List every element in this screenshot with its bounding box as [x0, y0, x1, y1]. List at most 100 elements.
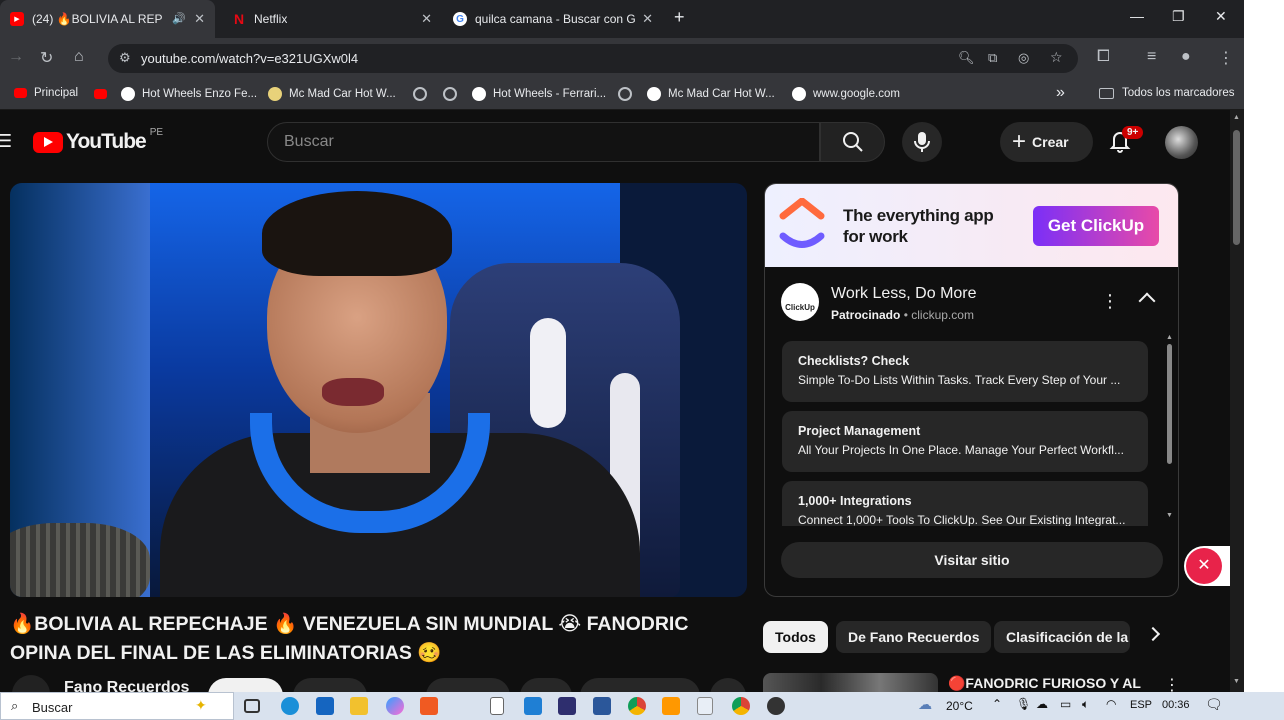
ad-feature-item[interactable]: Checklists? Check Simple To-Do Lists Wit… — [782, 341, 1148, 402]
bookmark-item[interactable]: www.google.com — [792, 87, 900, 101]
clip-button[interactable] — [520, 678, 572, 692]
search-button[interactable] — [820, 122, 885, 162]
voice-search-button[interactable] — [902, 122, 942, 162]
page-scrollbar[interactable]: ▲ ▼ — [1230, 110, 1244, 692]
volume-tray-icon[interactable]: 🔈︎ — [1082, 697, 1089, 712]
vscode-icon[interactable] — [524, 697, 542, 715]
chips-next-icon[interactable] — [1145, 626, 1161, 642]
tab-google-search[interactable]: G quilca camana - Buscar con Google ✕ — [443, 0, 663, 38]
obs-icon[interactable] — [767, 697, 785, 715]
search-input[interactable]: Buscar — [267, 122, 820, 162]
address-bar[interactable]: ⚙ youtube.com/watch?v=e321UGXw0l4 🔍︎ ⧉ ◎… — [108, 44, 1078, 73]
scroll-down-icon[interactable]: ▼ — [1166, 512, 1173, 519]
avatar[interactable] — [1165, 126, 1198, 159]
brave-icon[interactable] — [420, 697, 438, 715]
mic-tray-icon[interactable]: 🎙︎ — [1016, 697, 1031, 711]
channel-name[interactable]: Fano Recuerdos — [64, 679, 189, 692]
home-icon[interactable]: ⌂ — [74, 48, 84, 66]
next-video-menu-icon[interactable]: ⋮ — [1164, 675, 1180, 692]
advertiser-logo[interactable]: ClickUp — [781, 283, 819, 321]
tab-netflix[interactable]: N Netflix ✕ — [222, 0, 442, 38]
copilot-icon[interactable] — [386, 697, 404, 715]
edge-icon[interactable] — [281, 697, 299, 715]
next-video-thumbnail[interactable] — [763, 673, 938, 692]
hamburger-menu-icon[interactable]: ☰ — [0, 131, 12, 152]
scrollbar-thumb[interactable] — [1233, 130, 1240, 245]
chrome-icon[interactable] — [732, 697, 750, 715]
chip-clasificacion[interactable]: Clasificación de la — [994, 621, 1130, 653]
extensions-icon[interactable]: ⧠ — [1097, 48, 1110, 66]
outlook-icon[interactable] — [316, 697, 334, 715]
bookmark-item[interactable]: Principal — [14, 87, 78, 99]
chip-todos[interactable]: Todos — [763, 621, 828, 653]
like-button[interactable] — [293, 678, 367, 692]
battery-tray-icon[interactable]: ▭ — [1060, 697, 1071, 711]
reload-icon[interactable]: ↻ — [40, 48, 53, 68]
document-icon[interactable] — [490, 697, 504, 715]
audio-playing-icon[interactable]: 🔊 — [172, 12, 186, 25]
subscribe-button[interactable] — [208, 678, 283, 692]
visit-site-button[interactable]: Visitar sitio — [781, 542, 1163, 578]
share-button[interactable] — [426, 678, 510, 692]
video-player[interactable] — [10, 183, 747, 597]
create-button[interactable]: + Crear — [1000, 122, 1093, 162]
bookmark-item[interactable]: Hot Wheels Enzo Fe... — [94, 87, 257, 101]
bookmark-item[interactable]: Hot Wheels - Ferrari... — [472, 87, 606, 101]
menu-icon[interactable]: ⋮ — [1218, 48, 1234, 68]
ad-banner[interactable]: The everything app for work Get ClickUp — [765, 184, 1178, 267]
scroll-up-icon[interactable]: ▲ — [1166, 334, 1173, 341]
all-bookmarks-folder[interactable]: Todos los marcadores — [1099, 87, 1235, 99]
globe-icon[interactable] — [618, 87, 632, 101]
weather-temp[interactable]: 20°C — [946, 699, 973, 713]
file-explorer-icon[interactable] — [350, 697, 368, 715]
site-info-icon[interactable]: ⚙ — [119, 50, 131, 66]
ad-feature-item[interactable]: 1,000+ Integrations Connect 1,000+ Tools… — [782, 481, 1148, 526]
weather-icon[interactable]: ☁ — [918, 696, 932, 713]
profile-icon[interactable]: ● — [1181, 48, 1191, 66]
zoom-icon[interactable]: 🔍︎ — [958, 50, 975, 66]
taskbar-search-box[interactable]: ⌕ Buscar ✦ — [0, 692, 234, 720]
globe-icon[interactable] — [413, 87, 427, 101]
bookmark-star-icon[interactable]: ☆ — [1050, 49, 1063, 66]
url-text[interactable]: youtube.com/watch?v=e321UGXw0l4 — [141, 51, 358, 66]
word-icon[interactable] — [593, 697, 611, 715]
chrome-icon[interactable] — [628, 697, 646, 715]
channel-avatar[interactable] — [12, 675, 50, 692]
notifications-tray-icon[interactable]: 🗨︎ — [1205, 696, 1223, 713]
forward-icon[interactable]: → — [8, 48, 24, 66]
more-actions-button[interactable] — [710, 678, 746, 692]
bookmark-item[interactable]: Mc Mad Car Hot W... — [647, 87, 775, 101]
youtube-logo[interactable]: YouTube PE — [33, 127, 163, 154]
more-bookmarks-icon[interactable]: » — [1056, 84, 1065, 102]
restore-icon[interactable]: ❐ — [1172, 8, 1185, 25]
download-button[interactable] — [580, 678, 700, 692]
feature-list-scrollbar[interactable] — [1167, 344, 1172, 464]
chip-de-fano-recuerdos[interactable]: De Fano Recuerdos — [836, 621, 992, 653]
close-tab-icon[interactable]: ✕ — [421, 11, 432, 27]
app-star-icon[interactable] — [558, 697, 576, 715]
wifi-tray-icon[interactable]: ◠ — [1106, 697, 1116, 711]
close-window-icon[interactable]: ✕ — [1215, 8, 1227, 25]
ad-feature-item[interactable]: Project Management All Your Projects In … — [782, 411, 1148, 472]
cloud-tray-icon[interactable]: ☁ — [1036, 697, 1048, 711]
bookmark-item[interactable]: Mc Mad Car Hot W... — [268, 87, 396, 101]
get-clickup-button[interactable]: Get ClickUp — [1033, 206, 1159, 246]
install-app-icon[interactable]: ⧉ — [988, 50, 997, 66]
close-tab-icon[interactable]: ✕ — [642, 11, 653, 27]
clock[interactable]: 00:36 — [1162, 699, 1190, 711]
eye-off-icon[interactable]: ◎ — [1018, 50, 1029, 66]
scroll-down-arrow-icon[interactable]: ▼ — [1233, 678, 1240, 685]
tab-youtube[interactable]: ▶ (24) 🔥BOLIVIA AL REPECHAJE 🔊 ✕ — [0, 0, 215, 38]
globe-icon[interactable] — [443, 87, 457, 101]
sublime-icon[interactable] — [662, 697, 680, 715]
task-view-icon[interactable] — [244, 699, 260, 713]
ad-title[interactable]: Work Less, Do More — [831, 285, 977, 303]
close-tab-icon[interactable]: ✕ — [194, 11, 205, 27]
collapse-chevron-icon[interactable] — [1138, 292, 1156, 310]
minimize-icon[interactable]: — — [1130, 8, 1144, 24]
next-video-title[interactable]: 🔴FANODRIC FURIOSO Y AL — [948, 675, 1141, 692]
notifications-button[interactable]: 9+ — [1108, 126, 1144, 158]
language-indicator[interactable]: ESP — [1130, 699, 1152, 711]
more-options-icon[interactable]: ⋮ — [1101, 291, 1119, 312]
tray-chevron-icon[interactable]: ⌃ — [992, 697, 1002, 711]
